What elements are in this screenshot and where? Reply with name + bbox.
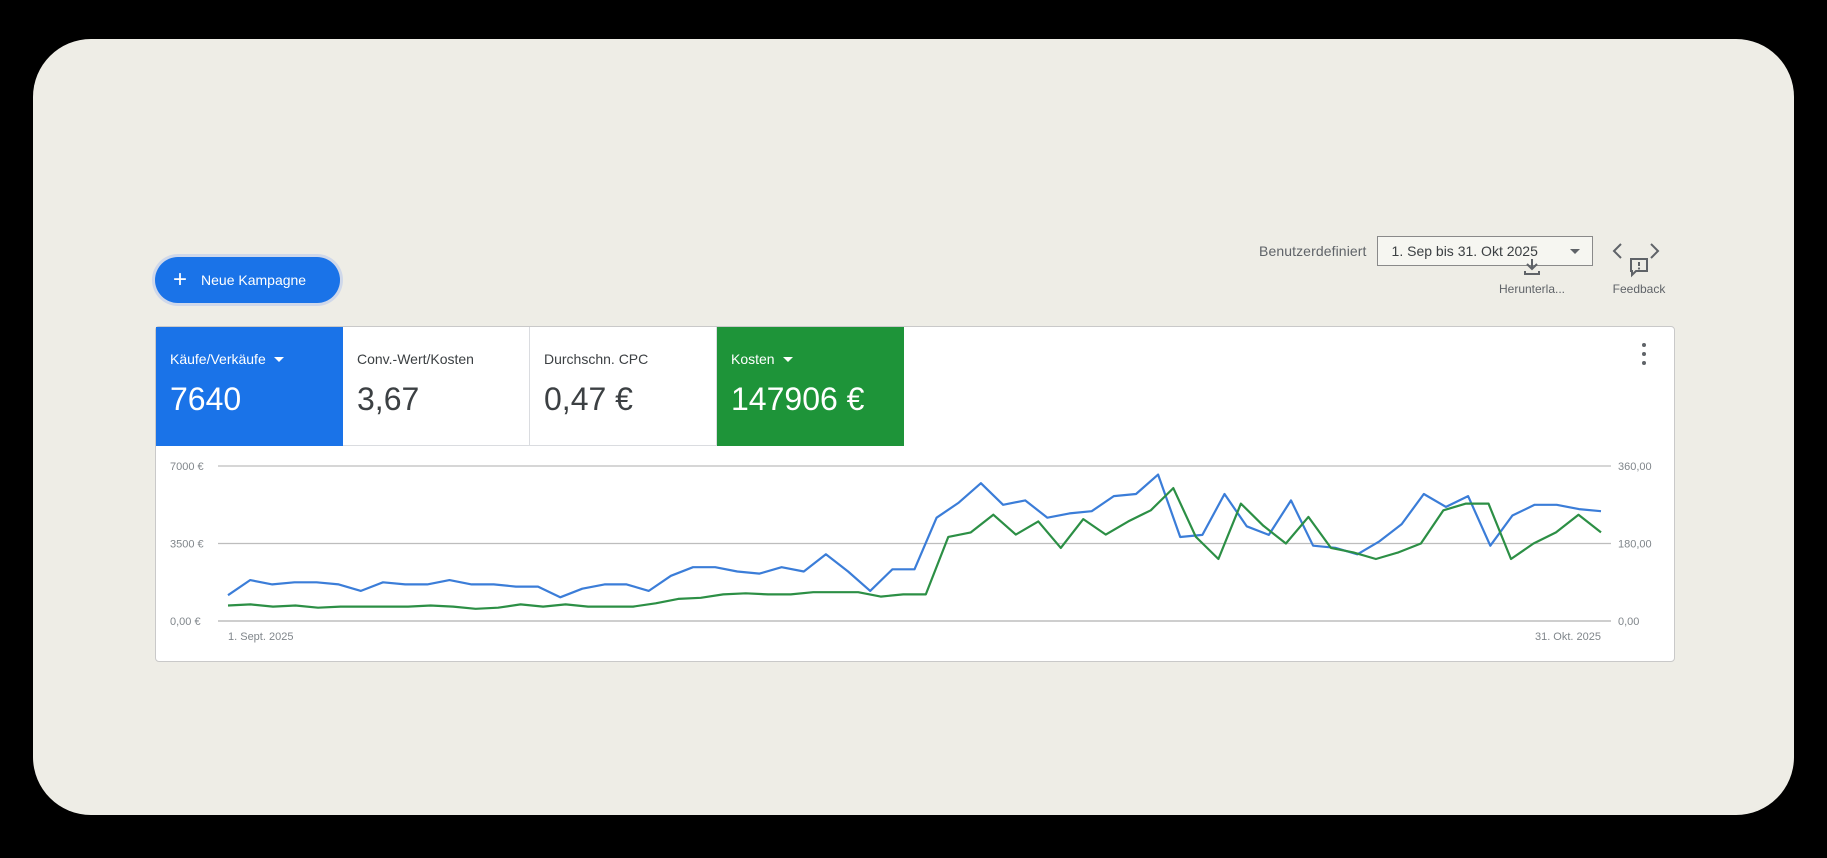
kpi-label-row: Käufe/Verkäufe (170, 351, 328, 367)
kpi-tab-cost[interactable]: Kosten 147906 € (717, 327, 904, 446)
chevron-down-icon (1569, 248, 1580, 254)
download-label: Herunterla... (1498, 282, 1566, 296)
kpi-label-row: Durchschn. CPC (544, 351, 702, 367)
right-axis-tick-label: 0,00 (1618, 616, 1639, 628)
plus-icon: + (173, 266, 188, 293)
kpi-value: 7640 (170, 381, 242, 417)
x-axis-end-label: 31. Okt. 2025 (1535, 631, 1601, 643)
x-axis-start-label: 1. Sept. 2025 (228, 631, 293, 643)
right-axis-tick-label: 360,00 (1618, 461, 1652, 473)
date-range-mode-label: Benutzerdefiniert (1259, 243, 1367, 259)
left-axis-tick-label: 3500 € (170, 539, 204, 551)
kpi-value: 147906 € (731, 381, 865, 417)
series-line-2 (227, 486, 1602, 610)
kpi-value: 0,47 € (544, 381, 633, 417)
kpi-label: Conv.-Wert/Kosten (357, 351, 474, 367)
performance-line-chart: 0,00 € 0,00 3500 € 180,00 7000 € 360,00 1. Sep… (170, 461, 1652, 643)
feedback-button[interactable]: Feedback (1603, 256, 1675, 296)
feedback-label: Feedback (1612, 282, 1666, 296)
new-campaign-label: Neue Kampagne (201, 272, 307, 288)
kpi-tab-avg-cpc[interactable]: Durchschn. CPC 0,47 € (530, 327, 717, 446)
kpi-value: 3,67 (357, 381, 420, 417)
left-axis-tick-label: 0,00 € (170, 616, 201, 628)
right-axis-tick-label: 180,00 (1618, 539, 1652, 551)
screenshot-frame: Benutzerdefiniert 1. Sep bis 31. Okt 202… (33, 39, 1794, 815)
download-icon (1524, 259, 1540, 275)
dropdown-arrow-icon[interactable] (782, 356, 793, 362)
kpi-label-row: Conv.-Wert/Kosten (357, 351, 515, 367)
kpi-tabs: Käufe/Verkäufe 7640 Conv.-Wert/Kosten 3,… (156, 327, 904, 446)
kpi-label: Durchschn. CPC (544, 351, 649, 367)
series-line-1 (227, 473, 1602, 599)
download-button[interactable]: Herunterla... (1491, 256, 1573, 296)
kpi-tab-conv-value-cost[interactable]: Conv.-Wert/Kosten 3,67 (343, 327, 530, 446)
feedback-icon (1630, 258, 1648, 278)
kpi-label: Kosten (731, 351, 775, 367)
left-axis-tick-label: 7000 € (170, 461, 204, 473)
more-options-icon[interactable] (1642, 343, 1648, 365)
kpi-label: Käufe/Verkäufe (170, 351, 266, 367)
performance-card: Käufe/Verkäufe 7640 Conv.-Wert/Kosten 3,… (155, 326, 1675, 662)
new-campaign-button[interactable]: + Neue Kampagne (155, 257, 340, 303)
dropdown-arrow-icon[interactable] (273, 356, 284, 362)
kpi-label-row: Kosten (731, 351, 889, 367)
kpi-tab-purchases[interactable]: Käufe/Verkäufe 7640 (156, 327, 343, 446)
